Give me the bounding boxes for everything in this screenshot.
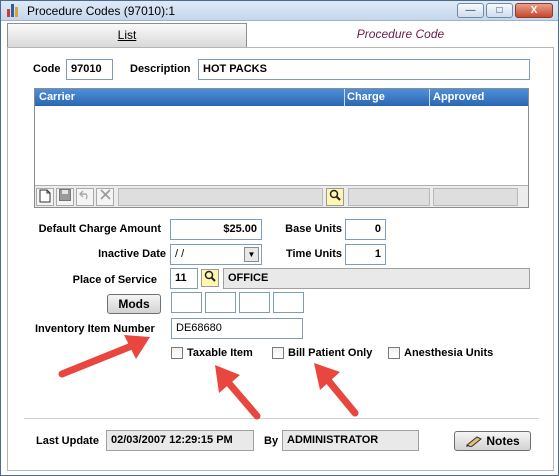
taxable-item-checkbox[interactable] <box>171 347 183 359</box>
base-units-label: Base Units <box>285 223 342 235</box>
column-header-carrier[interactable]: Carrier <box>39 91 75 103</box>
inactive-date-label: Inactive Date <box>98 248 166 260</box>
tab-strip: List Procedure Code <box>7 23 554 47</box>
footer-divider <box>24 418 539 419</box>
last-update-label: Last Update <box>36 435 99 447</box>
tab-procedure-code[interactable]: Procedure Code <box>247 23 554 47</box>
carrier-lookup-field[interactable] <box>118 188 323 206</box>
bill-patient-only-label: Bill Patient Only <box>288 347 373 359</box>
window-title: Procedure Codes (97010):1 <box>27 4 176 18</box>
by-label: By <box>264 435 279 447</box>
carrier-grid[interactable]: Carrier Charge Approved <box>34 88 529 208</box>
column-header-charge[interactable]: Charge <box>347 91 385 103</box>
inactive-date-value: / / <box>175 248 185 260</box>
minimize-button[interactable]: — <box>457 3 484 18</box>
time-units-label: Time Units <box>285 248 342 260</box>
notes-button[interactable]: Notes <box>454 431 531 451</box>
modifier-field-1[interactable] <box>171 292 202 313</box>
last-update-field: 02/03/2007 12:29:15 PM <box>106 430 254 451</box>
place-of-service-label: Place of Service <box>72 274 157 286</box>
anesthesia-units-checkbox[interactable] <box>388 347 400 359</box>
anesthesia-units-label: Anesthesia Units <box>404 347 494 359</box>
code-field[interactable]: 97010 <box>66 59 113 80</box>
grid-toolbar <box>35 185 528 207</box>
bill-patient-only-checkbox[interactable] <box>272 347 284 359</box>
description-label: Description <box>130 63 191 75</box>
undo-icon[interactable] <box>76 188 94 206</box>
delete-icon[interactable] <box>96 188 114 206</box>
procedure-code-panel: Code 97010 Description HOT PACKS Carrier… <box>7 47 554 471</box>
default-charge-field[interactable]: $25.00 <box>170 219 262 240</box>
maximize-button[interactable]: □ <box>486 3 513 18</box>
base-units-field[interactable]: 0 <box>345 219 386 240</box>
inventory-item-field[interactable]: DE68680 <box>171 318 303 339</box>
new-document-icon[interactable] <box>36 188 54 206</box>
approved-edit-field[interactable] <box>433 188 518 206</box>
procedure-codes-window: Procedure Codes (97010):1 — □ X List Pro… <box>0 0 559 476</box>
description-field[interactable]: HOT PACKS <box>198 59 530 80</box>
mods-button[interactable]: Mods <box>107 294 161 314</box>
place-of-service-name-field: OFFICE <box>223 268 530 289</box>
tab-list-label: List <box>117 28 137 42</box>
column-header-approved[interactable]: Approved <box>433 91 484 103</box>
place-of-service-search-icon[interactable] <box>201 269 219 287</box>
time-units-field[interactable]: 1 <box>345 244 386 265</box>
grid-header: Carrier Charge Approved <box>35 89 528 106</box>
close-button[interactable]: X <box>515 3 553 18</box>
by-field: ADMINISTRATOR <box>282 430 419 451</box>
modifier-field-2[interactable] <box>205 292 236 313</box>
date-dropdown-icon[interactable]: ▼ <box>244 247 259 262</box>
tab-list[interactable]: List <box>7 23 247 47</box>
annotation-arrow-inventory <box>58 335 150 378</box>
carrier-search-icon[interactable] <box>326 188 344 206</box>
notes-label: Notes <box>486 434 520 448</box>
inactive-date-field[interactable]: / / ▼ <box>170 244 262 265</box>
code-label: Code <box>33 63 61 75</box>
annotation-arrow-taxable <box>215 365 261 420</box>
notes-icon <box>466 436 483 448</box>
default-charge-label: Default Charge Amount <box>38 223 161 235</box>
modifier-field-3[interactable] <box>239 292 270 313</box>
app-chart-icon <box>7 4 21 17</box>
taxable-item-label: Taxable Item <box>187 347 253 359</box>
modifier-field-4[interactable] <box>273 292 304 313</box>
place-of-service-code-field[interactable]: 11 <box>170 268 198 289</box>
save-icon[interactable] <box>56 188 74 206</box>
annotation-arrow-bill-patient <box>314 363 359 417</box>
title-bar[interactable]: Procedure Codes (97010):1 — □ X <box>1 1 558 21</box>
charge-edit-field[interactable] <box>348 188 430 206</box>
